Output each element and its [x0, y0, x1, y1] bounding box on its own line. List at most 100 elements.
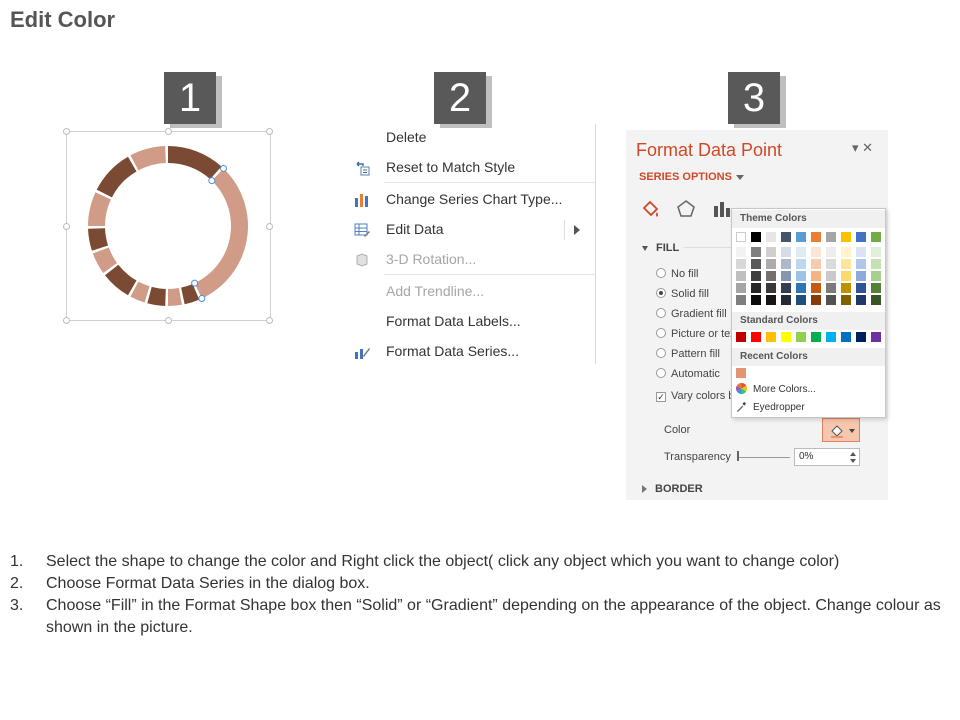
- theme-shade-swatch[interactable]: [796, 295, 806, 305]
- standard-color-swatch[interactable]: [781, 332, 791, 342]
- donut-segment[interactable]: [88, 192, 111, 226]
- theme-color-swatch[interactable]: [751, 232, 761, 242]
- theme-shade-swatch[interactable]: [871, 259, 881, 269]
- radio-button[interactable]: [656, 268, 666, 278]
- donut-segment[interactable]: [88, 228, 109, 251]
- theme-shade-swatch[interactable]: [736, 259, 746, 269]
- theme-shade-swatch[interactable]: [796, 283, 806, 293]
- theme-shade-swatch[interactable]: [811, 283, 821, 293]
- theme-shade-swatch[interactable]: [751, 283, 761, 293]
- theme-shade-swatch[interactable]: [856, 259, 866, 269]
- transparency-slider-thumb[interactable]: [737, 451, 739, 461]
- menu-item-format-data-series[interactable]: Format Data Series...: [348, 338, 596, 366]
- theme-shade-swatch[interactable]: [856, 271, 866, 281]
- resize-handle[interactable]: [63, 317, 70, 324]
- theme-shade-swatch[interactable]: [736, 295, 746, 305]
- theme-color-swatch[interactable]: [796, 232, 806, 242]
- theme-shade-swatch[interactable]: [856, 295, 866, 305]
- radio-picture-fill[interactable]: Picture or tex: [656, 328, 736, 344]
- menu-item-change-chart-type[interactable]: Change Series Chart Type...: [348, 186, 596, 214]
- theme-shade-swatch[interactable]: [841, 247, 851, 257]
- eyedropper-link[interactable]: Eyedropper: [736, 401, 805, 417]
- theme-color-swatch[interactable]: [841, 232, 851, 242]
- theme-shade-swatch[interactable]: [826, 259, 836, 269]
- radio-pattern-fill[interactable]: Pattern fill: [656, 348, 720, 364]
- checkbox-vary-colors[interactable]: ✓ Vary colors b: [656, 390, 734, 406]
- standard-color-swatch[interactable]: [871, 332, 881, 342]
- theme-shade-swatch[interactable]: [766, 283, 776, 293]
- theme-color-swatch[interactable]: [811, 232, 821, 242]
- theme-shade-swatch[interactable]: [826, 271, 836, 281]
- theme-color-swatch[interactable]: [781, 232, 791, 242]
- donut-chart[interactable]: [80, 138, 256, 314]
- radio-solid-fill[interactable]: Solid fill: [656, 288, 709, 304]
- theme-color-swatch[interactable]: [856, 232, 866, 242]
- theme-shade-swatch[interactable]: [766, 271, 776, 281]
- theme-shade-swatch[interactable]: [871, 283, 881, 293]
- theme-shade-swatch[interactable]: [811, 259, 821, 269]
- series-options-dropdown[interactable]: SERIES OPTIONS: [639, 171, 744, 183]
- more-colors-link[interactable]: More Colors...: [736, 383, 816, 399]
- standard-color-swatch[interactable]: [856, 332, 866, 342]
- menu-item-reset-style[interactable]: Reset to Match Style: [348, 154, 596, 182]
- theme-shade-swatch[interactable]: [826, 247, 836, 257]
- standard-color-swatch[interactable]: [826, 332, 836, 342]
- radio-no-fill[interactable]: No fill: [656, 268, 699, 284]
- resize-handle[interactable]: [266, 317, 273, 324]
- resize-handle[interactable]: [266, 128, 273, 135]
- theme-shade-swatch[interactable]: [736, 271, 746, 281]
- bar-chart-icon[interactable]: [711, 198, 733, 220]
- theme-shade-swatch[interactable]: [766, 259, 776, 269]
- donut-segment[interactable]: [104, 264, 137, 296]
- theme-shade-swatch[interactable]: [751, 295, 761, 305]
- radio-button[interactable]: [656, 328, 666, 338]
- donut-segment[interactable]: [147, 286, 166, 306]
- theme-shade-swatch[interactable]: [871, 271, 881, 281]
- theme-shade-swatch[interactable]: [781, 271, 791, 281]
- radio-button[interactable]: [656, 288, 666, 298]
- theme-shade-swatch[interactable]: [751, 259, 761, 269]
- donut-segment[interactable]: [96, 156, 137, 198]
- standard-color-swatch[interactable]: [766, 332, 776, 342]
- selection-handle[interactable]: [191, 279, 199, 287]
- theme-shade-swatch[interactable]: [736, 247, 746, 257]
- resize-handle[interactable]: [165, 128, 172, 135]
- theme-shade-swatch[interactable]: [736, 283, 746, 293]
- selection-handle[interactable]: [198, 295, 206, 303]
- standard-color-swatch[interactable]: [841, 332, 851, 342]
- checkbox[interactable]: ✓: [656, 392, 666, 402]
- donut-segment[interactable]: [194, 168, 248, 299]
- theme-shade-swatch[interactable]: [796, 271, 806, 281]
- donut-segment[interactable]: [130, 146, 166, 171]
- theme-shade-swatch[interactable]: [826, 283, 836, 293]
- theme-shade-swatch[interactable]: [751, 271, 761, 281]
- theme-shade-swatch[interactable]: [751, 247, 761, 257]
- standard-color-swatch[interactable]: [811, 332, 821, 342]
- menu-item-edit-data[interactable]: Edit Data: [348, 216, 596, 244]
- standard-color-swatch[interactable]: [736, 332, 746, 342]
- donut-segment[interactable]: [168, 288, 182, 306]
- standard-color-swatch[interactable]: [796, 332, 806, 342]
- theme-shade-swatch[interactable]: [811, 271, 821, 281]
- recent-color-swatch[interactable]: [736, 368, 746, 378]
- resize-handle[interactable]: [266, 223, 273, 230]
- theme-color-swatch[interactable]: [826, 232, 836, 242]
- theme-shade-swatch[interactable]: [856, 283, 866, 293]
- menu-item-3d-rotation[interactable]: 3-D Rotation...: [348, 246, 596, 274]
- radio-gradient-fill[interactable]: Gradient fill: [656, 308, 727, 324]
- radio-button[interactable]: [656, 348, 666, 358]
- menu-item-delete[interactable]: Delete: [348, 124, 596, 152]
- resize-handle[interactable]: [63, 128, 70, 135]
- menu-item-add-trendline[interactable]: Add Trendline...: [348, 278, 596, 306]
- paint-bucket-icon[interactable]: [639, 198, 661, 220]
- donut-segment[interactable]: [168, 146, 222, 180]
- theme-shade-swatch[interactable]: [826, 295, 836, 305]
- theme-color-swatch[interactable]: [736, 232, 746, 242]
- theme-shade-swatch[interactable]: [766, 295, 776, 305]
- theme-shade-swatch[interactable]: [841, 259, 851, 269]
- resize-handle[interactable]: [165, 317, 172, 324]
- submenu-arrow-icon[interactable]: [574, 225, 580, 235]
- theme-shade-swatch[interactable]: [871, 295, 881, 305]
- menu-item-format-data-labels[interactable]: Format Data Labels...: [348, 308, 596, 336]
- fill-section-header[interactable]: FILL: [642, 242, 679, 254]
